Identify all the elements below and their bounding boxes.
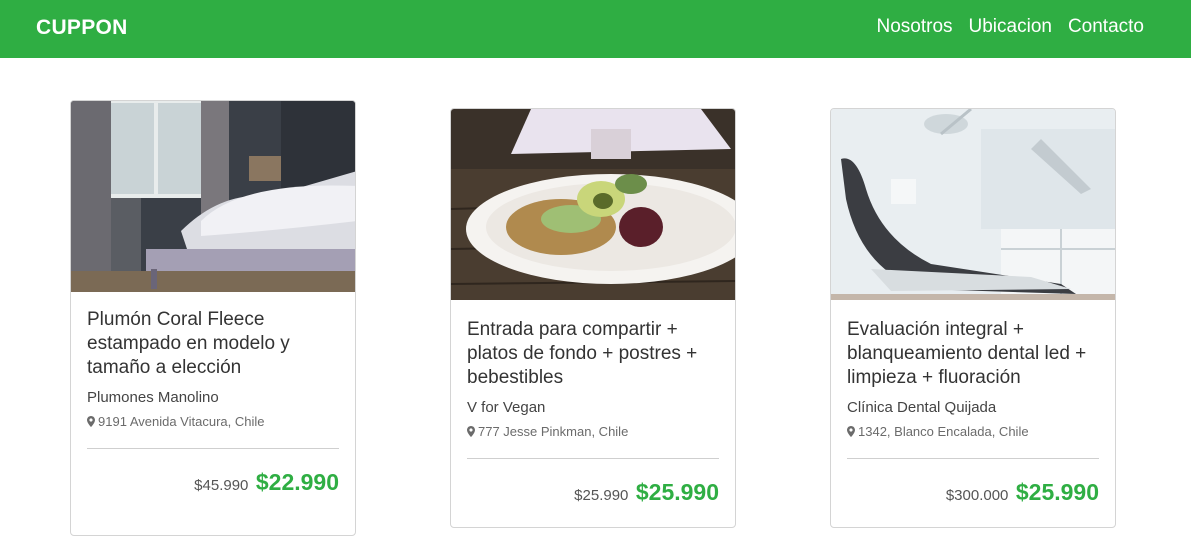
card-vendor: V for Vegan bbox=[467, 399, 546, 416]
card-address-text: 9191 Avenida Vitacura, Chile bbox=[98, 414, 265, 429]
card-title[interactable]: Entrada para compartir + platos de fondo… bbox=[467, 318, 719, 390]
deal-card[interactable]: Plumón Coral Fleece estampado en modelo … bbox=[70, 100, 356, 536]
deal-card[interactable]: Entrada para compartir + platos de fondo… bbox=[450, 108, 736, 528]
nav-link-nosotros[interactable]: Nosotros bbox=[876, 16, 952, 38]
card-title[interactable]: Plumón Coral Fleece estampado en modelo … bbox=[87, 308, 339, 380]
nav-link-ubicacion[interactable]: Ubicacion bbox=[969, 16, 1052, 38]
card-divider bbox=[467, 458, 719, 459]
card-address-text: 1342, Blanco Encalada, Chile bbox=[858, 424, 1029, 439]
vegan-food-plate-photo[interactable] bbox=[451, 109, 735, 300]
card-prices: $45.990 $22.990 bbox=[87, 469, 339, 526]
card-title[interactable]: Evaluación integral + blanqueamiento den… bbox=[847, 318, 1099, 390]
deal-card[interactable]: Evaluación integral + blanqueamiento den… bbox=[830, 108, 1116, 528]
bedroom-bed-photo[interactable] bbox=[71, 101, 355, 292]
card-prices: $300.000 $25.990 bbox=[847, 479, 1099, 527]
new-price: $25.990 bbox=[635, 479, 719, 505]
card-address: 777 Jesse Pinkman, Chile bbox=[467, 424, 719, 439]
top-navbar: CUPPON Nosotros Ubicacion Contacto bbox=[0, 0, 1191, 58]
card-divider bbox=[847, 458, 1099, 459]
card-prices: $25.990 $25.990 bbox=[467, 479, 719, 527]
old-price: $300.000 bbox=[945, 487, 1009, 504]
nav-links: Nosotros Ubicacion Contacto bbox=[876, 16, 1144, 38]
new-price: $25.990 bbox=[1015, 479, 1099, 505]
nav-link-contacto[interactable]: Contacto bbox=[1068, 16, 1144, 38]
dental-chair-photo[interactable] bbox=[831, 109, 1115, 300]
old-price: $45.990 bbox=[194, 477, 249, 494]
card-divider bbox=[87, 448, 339, 449]
map-pin-icon bbox=[467, 426, 475, 437]
old-price: $25.990 bbox=[574, 487, 629, 504]
card-address-text: 777 Jesse Pinkman, Chile bbox=[478, 424, 629, 439]
brand-logo[interactable]: CUPPON bbox=[36, 16, 128, 40]
card-vendor: Plumones Manolino bbox=[87, 389, 219, 406]
card-address: 9191 Avenida Vitacura, Chile bbox=[87, 414, 339, 429]
new-price: $22.990 bbox=[255, 469, 339, 495]
card-address: 1342, Blanco Encalada, Chile bbox=[847, 424, 1099, 439]
map-pin-icon bbox=[87, 416, 95, 427]
card-vendor: Clínica Dental Quijada bbox=[847, 399, 997, 416]
map-pin-icon bbox=[847, 426, 855, 437]
